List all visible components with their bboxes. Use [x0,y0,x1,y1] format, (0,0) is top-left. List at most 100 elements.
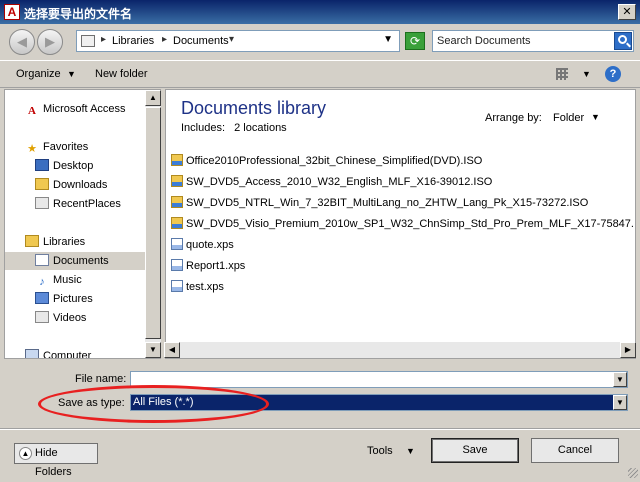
sidebar-item-computer[interactable]: Computer [25,347,91,358]
file-name: SW_DVD5_Access_2010_W32_English_MLF_X16-… [186,176,493,188]
sidebar-item-pictures[interactable]: Pictures [35,290,93,308]
sidebar-item-music[interactable]: ♪ Music [35,271,82,289]
sidebar-item-libraries[interactable]: Libraries [25,233,85,251]
window-title: 选择要导出的文件名 [24,7,133,21]
access-app-icon: A [4,4,20,20]
file-name: quote.xps [186,239,234,251]
address-history-dropdown-icon[interactable]: ▼ [383,34,393,45]
sidebar-item-recentplaces[interactable]: RecentPlaces [35,195,121,213]
videos-icon [35,311,49,323]
change-view-icon[interactable] [556,68,568,80]
sidebar-item-favorites[interactable]: ★ Favorites [25,138,88,156]
save-as-type-dropdown-icon[interactable]: ▼ [613,395,627,410]
navigation-pane: A Microsoft Access ★ Favorites Desktop Dow… [4,89,161,359]
forward-button[interactable]: ▶ [37,29,63,55]
chevron-down-icon[interactable]: ▼ [67,69,76,79]
arrow-left-icon: ◀ [17,34,27,49]
file-name-label: File name: [75,373,127,385]
iso-file-icon [171,175,183,187]
chevron-down-icon[interactable]: ▼ [406,446,415,456]
desktop-icon [35,159,49,171]
scroll-left-icon[interactable]: ◀ [164,342,180,358]
sidebar-item-label: Documents [53,255,109,267]
hide-folders-label: Hide Folders [35,447,72,478]
file-name: Office2010Professional_32bit_Chinese_Sim… [186,155,483,167]
breadcrumb-documents[interactable]: Documents [173,35,229,47]
tools-button[interactable]: Tools [367,445,393,457]
sidebar-item-label: Videos [53,312,87,324]
title-bar: A 选择要导出的文件名 ✕ [0,0,640,24]
file-list-pane: Documents library Includes: 2 locations … [165,89,636,359]
sidebar-item-documents[interactable]: Documents [5,252,146,270]
views-dropdown-icon[interactable]: ▼ [582,69,591,79]
annotation-ellipse [38,385,269,423]
folder-icon [35,178,49,190]
file-row[interactable]: SW_DVD5_NTRL_Win_7_32BIT_MultiLang_no_ZH… [171,194,588,213]
library-locations-link[interactable]: 2 locations [234,122,287,134]
help-icon[interactable]: ? [605,66,621,82]
pictures-icon [35,292,49,304]
scroll-thumb[interactable] [145,107,161,339]
file-name-input[interactable] [130,371,628,388]
file-name: test.xps [186,281,224,293]
chevron-down-icon[interactable]: ▼ [591,112,600,122]
arrange-by-label: Arrange by: [485,112,542,124]
scroll-up-icon[interactable]: ▲ [145,90,161,106]
file-row[interactable]: test.xps [171,278,224,297]
sidebar-item-label: Desktop [53,160,94,172]
iso-file-icon [171,154,183,166]
iso-file-icon [171,196,183,208]
file-row[interactable]: quote.xps [171,236,234,255]
cancel-button[interactable]: Cancel [531,438,619,463]
chevron-up-icon: ▲ [19,447,32,460]
search-box [432,30,634,52]
address-bar[interactable]: ▸ Libraries ▸ Documents ▾ ▼ [76,30,400,52]
organize-button[interactable]: Organize [16,68,61,80]
library-includes: Includes: 2 locations [181,122,287,134]
sidebar-item-videos[interactable]: Videos [35,309,86,327]
library-title: Documents library [181,98,327,118]
file-row[interactable]: Office2010Professional_32bit_Chinese_Sim… [171,152,482,171]
new-folder-button[interactable]: New folder [95,68,148,80]
file-row[interactable]: SW_DVD5_Access_2010_W32_English_MLF_X16-… [171,173,492,192]
sidebar-item-label: Music [53,274,82,286]
breadcrumb-separator-icon[interactable]: ▸ [101,34,106,45]
close-button[interactable]: ✕ [618,4,636,20]
music-icon: ♪ [39,276,45,288]
sidebar-item-microsoft-access[interactable]: A Microsoft Access [25,100,126,118]
includes-label: Includes: [181,122,226,134]
file-name-dropdown-icon[interactable]: ▼ [613,372,627,387]
save-button[interactable]: Save [431,438,519,463]
breadcrumb-separator-icon[interactable]: ▸ [162,34,167,45]
sidebar-item-desktop[interactable]: Desktop [35,157,93,175]
back-button[interactable]: ◀ [9,29,35,55]
xps-file-icon [171,238,183,250]
resize-grip[interactable] [628,468,638,478]
file-row[interactable]: SW_DVD5_Visio_Premium_2010w_SP1_W32_ChnS… [171,215,636,234]
refresh-icon: ⟳ [409,34,421,48]
scroll-down-icon[interactable]: ▼ [145,342,161,358]
breadcrumb-dropdown-icon[interactable]: ▾ [229,34,234,45]
refresh-button[interactable]: ⟳ [405,32,425,50]
navigation-bar: ◀ ▶ ▸ Libraries ▸ Documents ▾ ▼ ⟳ [0,24,640,60]
sidebar-item-downloads[interactable]: Downloads [35,176,107,194]
file-name: SW_DVD5_NTRL_Win_7_32BIT_MultiLang_no_ZH… [186,197,589,209]
file-row[interactable]: Report1.xps [171,257,245,276]
library-folder-icon [81,35,95,47]
navigation-pane-scrollbar[interactable]: ▲ ▼ [145,90,161,358]
arrange-by-dropdown[interactable]: Folder [553,112,584,124]
search-input[interactable] [435,33,607,49]
arrow-right-icon: ▶ [45,34,55,49]
hide-folders-button[interactable]: ▲ Hide Folders [14,443,98,478]
star-icon: ★ [27,143,37,155]
sidebar-item-label: Libraries [43,236,86,248]
file-pane-horizontal-scrollbar[interactable]: ◀ ▶ [164,342,636,358]
sidebar-item-label: Favorites [43,141,89,153]
access-icon: A [28,105,36,117]
scroll-right-icon[interactable]: ▶ [620,342,636,358]
xps-file-icon [171,259,183,271]
file-name: SW_DVD5_Visio_Premium_2010w_SP1_W32_ChnS… [186,218,636,230]
breadcrumb-libraries[interactable]: Libraries [112,35,154,47]
divider [0,428,640,430]
search-button[interactable] [614,32,632,50]
